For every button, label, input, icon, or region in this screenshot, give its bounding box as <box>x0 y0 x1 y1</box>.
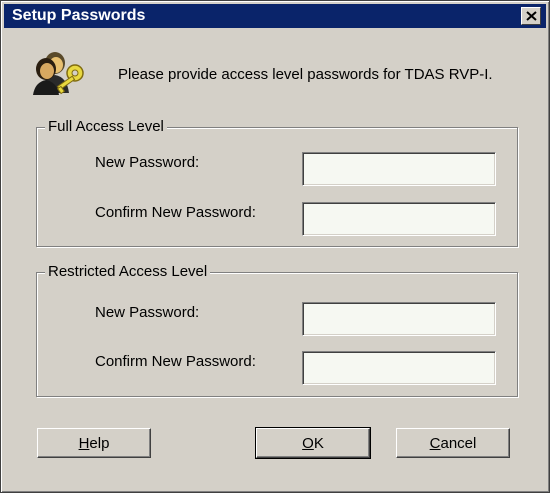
restricted-new-password-label: New Password: <box>95 304 200 321</box>
full-confirm-password-label: Confirm New Password: <box>95 204 256 221</box>
full-confirm-password-input[interactable] <box>302 202 496 236</box>
full-new-password-label: New Password: <box>95 154 200 171</box>
restricted-confirm-password-label: Confirm New Password: <box>95 353 256 370</box>
cancel-button[interactable]: Cancel <box>396 428 510 458</box>
restricted-access-group: Restricted Access Level New Password: Co… <box>36 263 518 397</box>
ok-button[interactable]: OK <box>255 427 371 459</box>
close-button[interactable] <box>521 7 541 25</box>
full-new-password-input[interactable] <box>302 152 496 186</box>
instruction-message: Please provide access level passwords fo… <box>118 66 493 83</box>
setup-passwords-dialog: Setup Passwords Please provide access le… <box>0 0 550 493</box>
help-button-label: Help <box>78 434 110 452</box>
help-button[interactable]: Help <box>37 428 151 458</box>
ok-button-label: OK <box>302 434 324 452</box>
users-key-icon <box>33 52 84 95</box>
restricted-access-legend: Restricted Access Level <box>45 263 211 281</box>
restricted-confirm-password-input[interactable] <box>302 351 496 385</box>
full-access-legend: Full Access Level <box>45 118 167 136</box>
full-access-group: Full Access Level New Password: Confirm … <box>36 118 518 247</box>
close-icon <box>526 11 537 21</box>
cancel-button-label: Cancel <box>429 434 477 452</box>
window-title: Setup Passwords <box>12 7 146 24</box>
title-bar[interactable]: Setup Passwords <box>4 4 546 28</box>
restricted-new-password-input[interactable] <box>302 302 496 336</box>
